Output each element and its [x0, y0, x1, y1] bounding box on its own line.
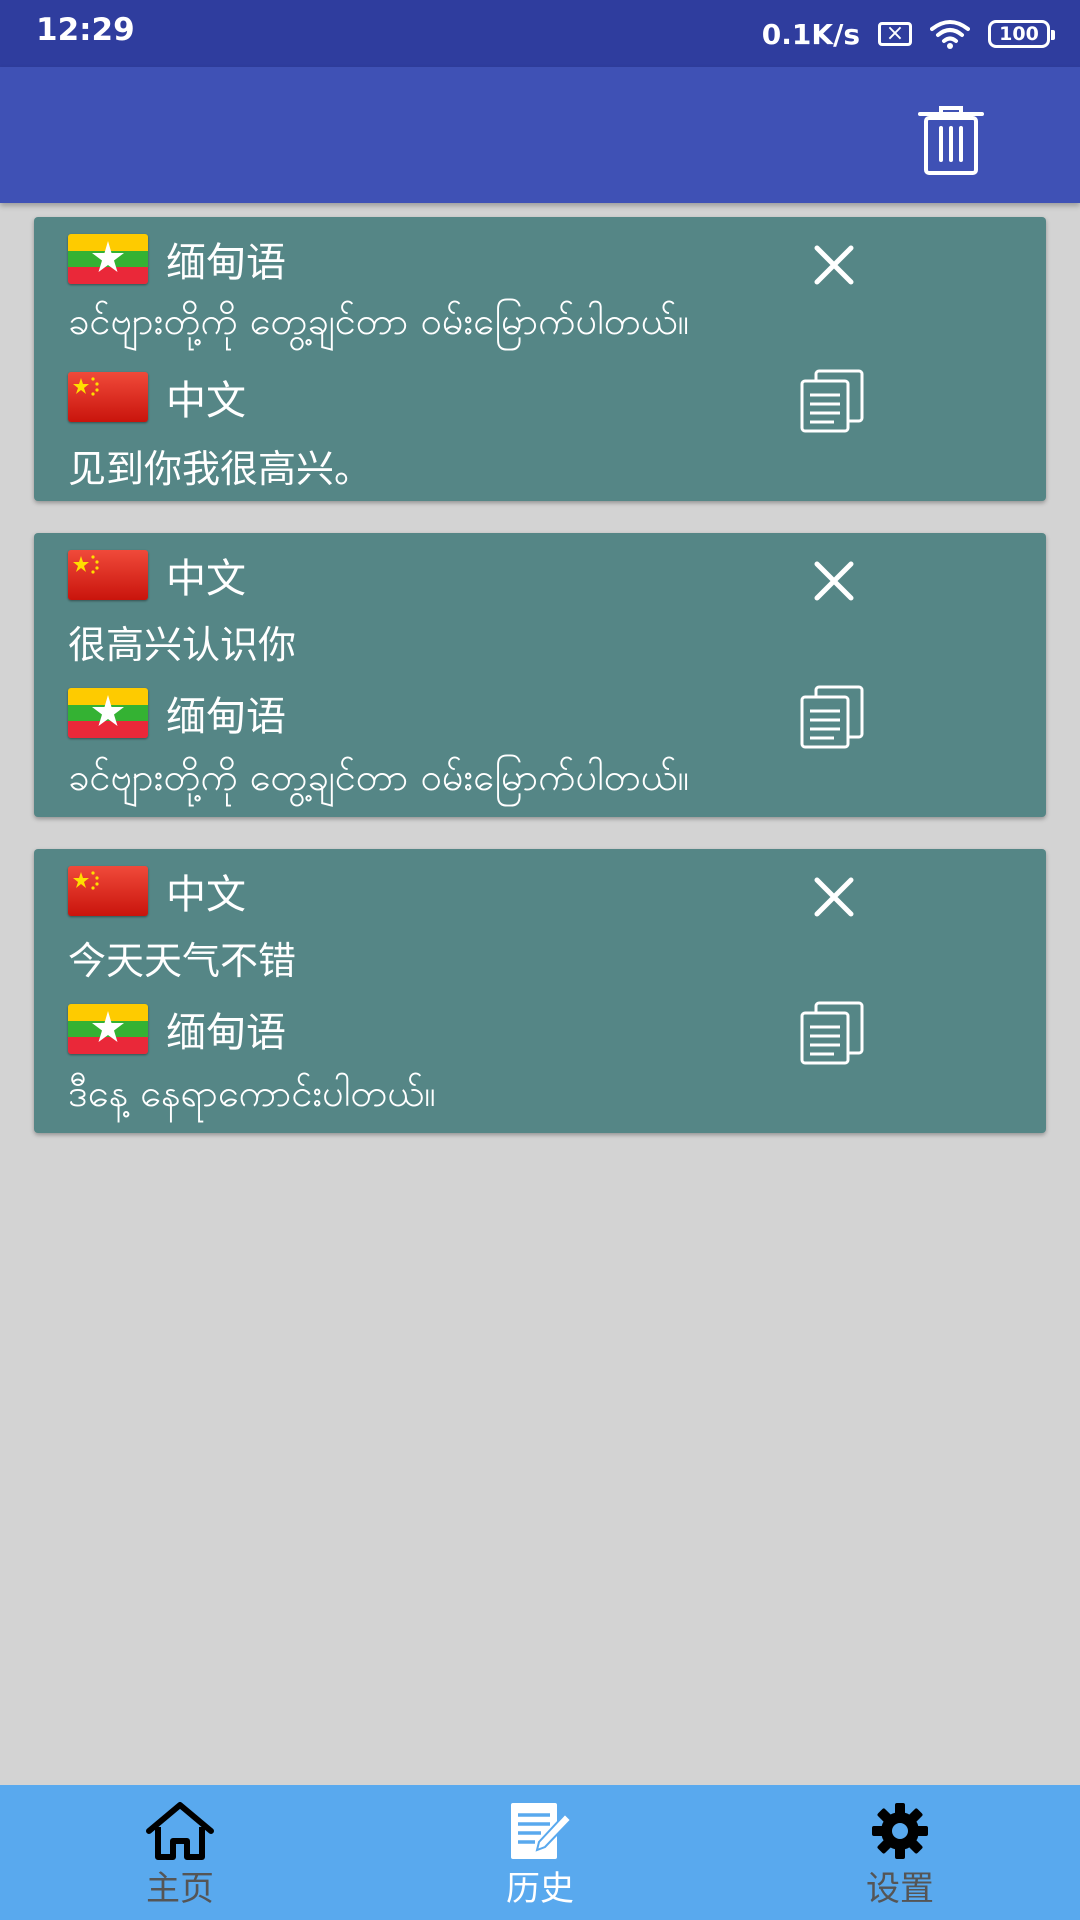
- source-language: 中文: [68, 547, 246, 603]
- target-language-label: 中文: [166, 378, 246, 424]
- target-text: ခင်ဗျားတို့ကို တွေ့ချင်တာ ဝမ်းမြောက်ပါတယ…: [68, 753, 689, 809]
- status-indicators: 0.1K/s × 100: [761, 12, 1055, 56]
- nav-settings-label: 设置: [866, 1869, 934, 1909]
- status-bar: 12:29 0.1K/s × 100: [0, 0, 1080, 67]
- source-language-label: 缅甸语: [166, 240, 286, 286]
- close-icon: [814, 245, 854, 285]
- source-text-value: 今天天气不错: [68, 938, 297, 983]
- nav-history[interactable]: 历史: [360, 1785, 720, 1920]
- wifi-icon: [930, 20, 970, 49]
- nav-home[interactable]: 主页: [0, 1785, 360, 1920]
- copy-icon: [800, 685, 864, 749]
- trash-icon: [918, 106, 984, 175]
- target-text: 见到你我很高兴。: [68, 437, 372, 493]
- history-card[interactable]: 中文 很高兴认识你 缅甸语 ခင်ဗျားတို့ကို တွေ့ချင်တာ …: [34, 533, 1046, 817]
- source-language: 中文: [68, 863, 246, 919]
- china-flag-icon: [68, 550, 148, 600]
- copy-translation-button[interactable]: [796, 683, 868, 751]
- china-flag-icon: [68, 866, 148, 916]
- target-text-value: ဒီနေ့ နေရာကောင်းပါတယ်။: [68, 1071, 436, 1115]
- source-text: 很高兴认识你: [68, 613, 296, 669]
- home-icon: [144, 1800, 216, 1862]
- battery-icon: 100: [988, 20, 1055, 48]
- nav-settings[interactable]: 设置: [720, 1785, 1080, 1920]
- clear-history-button[interactable]: [908, 97, 994, 183]
- bottom-navigation: 主页 历史 设置: [0, 1785, 1080, 1920]
- target-text: ဒီနေ့ နေရာကောင်းပါတယ်။: [68, 1069, 436, 1125]
- copy-translation-button[interactable]: [796, 367, 868, 435]
- myanmar-flag-icon: [68, 234, 148, 284]
- target-language: 缅甸语: [68, 1001, 286, 1057]
- history-list: 缅甸语 ခင်ဗျားတို့ကို တွေ့ချင်တာ ဝမ်းမြောက်…: [34, 217, 1046, 1165]
- nav-history-label: 历史: [506, 1869, 574, 1909]
- copy-icon: [800, 1001, 864, 1065]
- battery-level: 100: [999, 23, 1039, 45]
- delete-entry-button[interactable]: [804, 235, 864, 295]
- source-language: 缅甸语: [68, 231, 286, 287]
- network-speed: 0.1K/s: [761, 17, 860, 51]
- myanmar-flag-icon: [68, 1004, 148, 1054]
- source-language-label: 中文: [166, 872, 246, 918]
- close-icon: [814, 877, 854, 917]
- copy-translation-button[interactable]: [796, 999, 868, 1067]
- target-language: 中文: [68, 369, 246, 425]
- close-icon: [814, 561, 854, 601]
- history-icon: [504, 1800, 576, 1862]
- target-language-label: 缅甸语: [166, 1010, 286, 1056]
- source-text-value: ခင်ဗျားတို့ကို တွေ့ချင်တာ ဝမ်းမြောက်ပါတယ…: [68, 299, 690, 343]
- no-sim-icon: ×: [878, 22, 912, 46]
- delete-entry-button[interactable]: [804, 551, 864, 611]
- app-bar: [0, 67, 1080, 203]
- delete-entry-button[interactable]: [804, 867, 864, 927]
- target-text-value: 见到你我很高兴。: [68, 446, 373, 491]
- china-flag-icon: [68, 372, 148, 422]
- source-text-value: 很高兴认识你: [68, 622, 297, 667]
- history-card[interactable]: 中文 今天天气不错 缅甸语 ဒီနေ့ နေရာကောင်းပါတယ်။: [34, 849, 1046, 1133]
- status-time: 12:29: [36, 12, 135, 48]
- myanmar-flag-icon: [68, 688, 148, 738]
- source-text: 今天天气不错: [68, 929, 296, 985]
- gear-icon: [864, 1800, 936, 1862]
- source-language-label: 中文: [166, 556, 246, 602]
- copy-icon: [800, 369, 864, 433]
- target-language: 缅甸语: [68, 685, 286, 741]
- target-text-value: ခင်ဗျားတို့ကို တွေ့ချင်တာ ဝမ်းမြောက်ပါတယ…: [68, 755, 690, 799]
- history-card[interactable]: 缅甸语 ခင်ဗျားတို့ကို တွေ့ချင်တာ ဝမ်းမြောက်…: [34, 217, 1046, 501]
- target-language-label: 缅甸语: [166, 694, 286, 740]
- nav-home-label: 主页: [146, 1869, 214, 1909]
- source-text: ခင်ဗျားတို့ကို တွေ့ချင်တာ ဝမ်းမြောက်ပါတယ…: [68, 297, 689, 353]
